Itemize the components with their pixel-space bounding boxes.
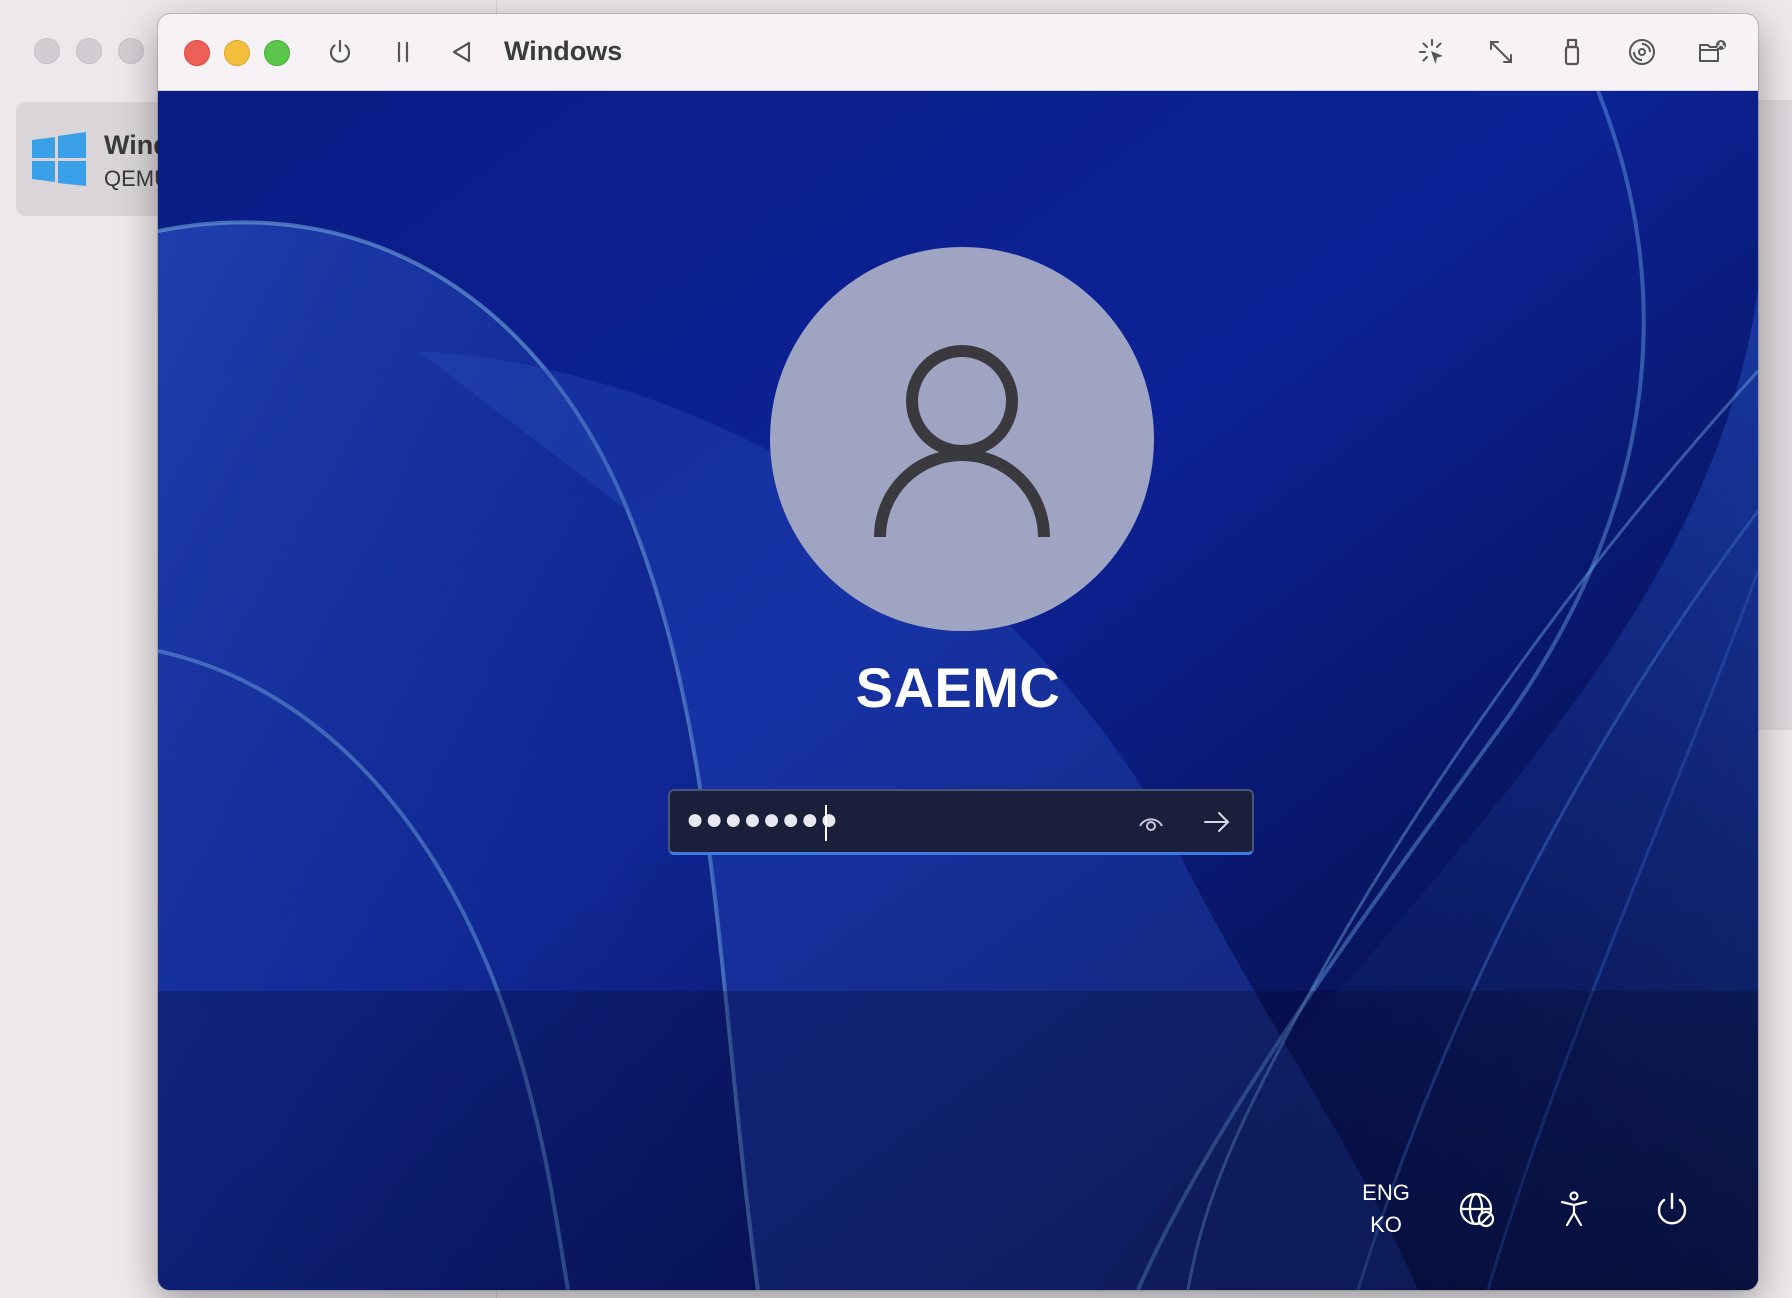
vm-titlebar: Windows (158, 14, 1758, 91)
input-language-button[interactable]: ENG KO (1338, 1177, 1434, 1241)
minimize-button[interactable] (224, 40, 250, 66)
language-secondary: KO (1370, 1212, 1402, 1237)
user-silhouette-icon (874, 345, 1050, 538)
reveal-password-icon[interactable] (1136, 808, 1166, 838)
host-maximize-button[interactable] (118, 38, 144, 64)
lock-screen: SAEMC ●●●●●●●● ENG KO (158, 91, 1758, 1290)
accessibility-icon[interactable] (1554, 1189, 1594, 1229)
back-icon[interactable] (444, 34, 480, 70)
password-field[interactable]: ●●●●●●●● (668, 789, 1254, 855)
shared-folder-icon[interactable] (1694, 34, 1730, 70)
cursor-capture-icon[interactable] (1414, 34, 1450, 70)
disc-icon[interactable] (1624, 34, 1660, 70)
user-avatar (770, 247, 1154, 631)
language-primary: ENG (1362, 1180, 1410, 1205)
username: SAEMC (855, 656, 1061, 719)
shutdown-icon[interactable] (1652, 1189, 1692, 1229)
host-close-button[interactable] (34, 38, 60, 64)
submit-arrow-icon[interactable] (1200, 805, 1234, 839)
vm-window: Windows SAEMC ●●●●●●●● ENG KO (158, 14, 1758, 1290)
text-caret (825, 805, 827, 841)
maximize-button[interactable] (264, 40, 290, 66)
host-minimize-button[interactable] (76, 38, 102, 64)
resize-icon[interactable] (1483, 34, 1519, 70)
usb-icon[interactable] (1554, 34, 1590, 70)
network-icon[interactable] (1456, 1189, 1496, 1229)
window-title: Windows (504, 36, 623, 66)
password-value: ●●●●●●●● (686, 803, 839, 836)
close-button[interactable] (184, 40, 210, 66)
power-icon[interactable] (322, 34, 358, 70)
host-window-controls (34, 38, 144, 64)
windows-logo-icon (32, 132, 86, 186)
pause-icon[interactable] (385, 34, 421, 70)
